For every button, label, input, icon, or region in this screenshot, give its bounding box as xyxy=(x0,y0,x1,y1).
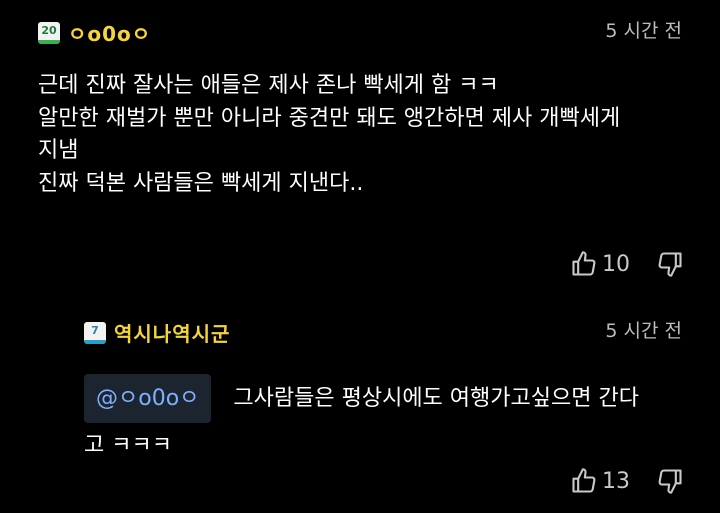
like-button[interactable]: 10 xyxy=(570,250,656,278)
reply-header: 7 역시나역시군 xyxy=(84,318,230,347)
thumbs-down-icon xyxy=(656,467,684,495)
comment-text: 근데 진짜 잘사는 애들은 제사 존나 빡세게 함 ㅋㅋ 알만한 재벌가 뿐만 … xyxy=(38,70,698,200)
reply-actions: 13 xyxy=(570,467,684,495)
like-count: 10 xyxy=(602,251,630,277)
mention-tag[interactable]: @ㅇo0oㅇ xyxy=(84,374,212,423)
thumbs-up-icon xyxy=(570,250,598,278)
thumbs-up-icon xyxy=(570,467,598,495)
comment-header: 20 ㅇo0oㅇ xyxy=(38,18,151,47)
dislike-button[interactable] xyxy=(656,467,684,495)
comment-line: 진짜 덕본 사람들은 빡세게 지낸다.. xyxy=(38,170,364,196)
thumbs-down-icon xyxy=(656,250,684,278)
author-name[interactable]: 역시나역시군 xyxy=(114,318,230,347)
reply-text: @ㅇo0oㅇ 그사람들은 평상시에도 여행가고싶으면 간다 고 ㅋㅋㅋ xyxy=(84,374,704,468)
like-button[interactable]: 13 xyxy=(570,467,656,495)
timestamp: 5 시간 전 xyxy=(605,320,682,342)
like-count: 13 xyxy=(602,468,630,494)
comment-line: 지냄 xyxy=(38,138,79,163)
reply: 7 역시나역시군 5 시간 전 @ㅇo0oㅇ 그사람들은 평상시에도 여행가고싶으… xyxy=(0,300,720,513)
author-name[interactable]: ㅇo0oㅇ xyxy=(68,18,151,47)
reply-text-first: 그사람들은 평상시에도 여행가고싶으면 간다 xyxy=(233,386,639,411)
comment-actions: 10 xyxy=(570,250,684,278)
level-badge: 20 xyxy=(38,21,60,44)
reply-line: @ㅇo0oㅇ 그사람들은 평상시에도 여행가고싶으면 간다 xyxy=(84,374,704,423)
comment-line: 근데 진짜 잘사는 애들은 제사 존나 빡세게 함 ㅋㅋ xyxy=(38,73,499,98)
timestamp: 5 시간 전 xyxy=(605,20,682,42)
comment: 20 ㅇo0oㅇ 5 시간 전 근데 진짜 잘사는 애들은 제사 존나 빡세게 … xyxy=(0,0,720,290)
level-badge: 7 xyxy=(84,321,106,344)
reply-text-second: 고 ㅋㅋㅋ xyxy=(84,433,172,458)
dislike-button[interactable] xyxy=(656,250,684,278)
comment-line: 알만한 재벌가 뿐만 아니라 중견만 돼도 앵간하면 제사 개빡세게 xyxy=(38,105,621,131)
